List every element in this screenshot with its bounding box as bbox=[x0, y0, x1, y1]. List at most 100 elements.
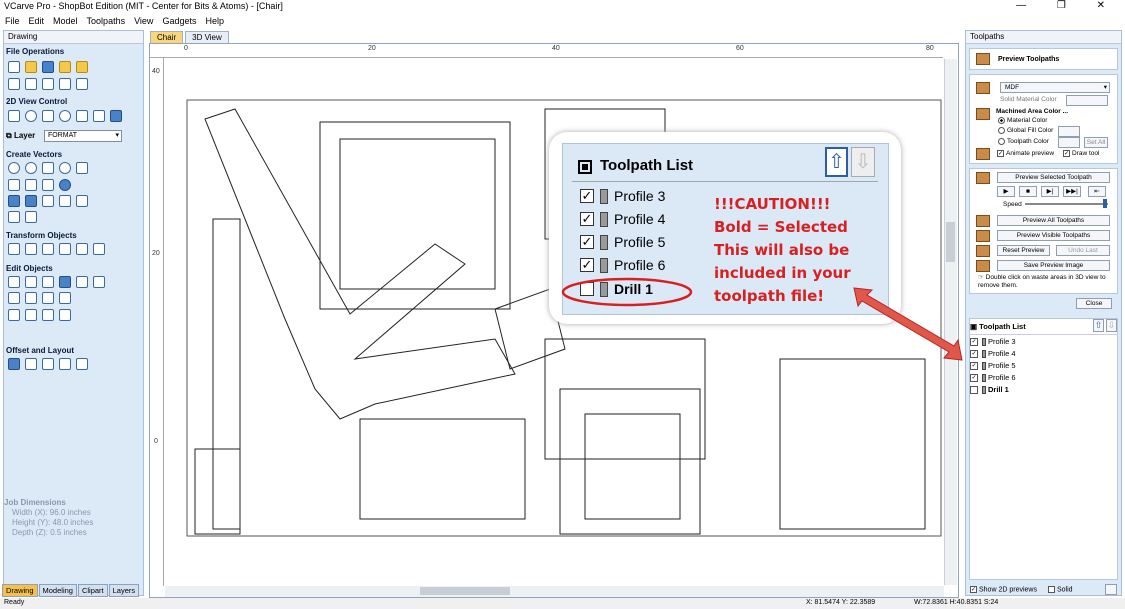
close-panel-button[interactable]: Close bbox=[1076, 298, 1112, 309]
preview-selected-toolpath-button[interactable]: Preview Selected Toolpath bbox=[997, 172, 1110, 183]
animate-preview-option[interactable]: ✓ Animate preview bbox=[997, 150, 1054, 158]
polyline-icon[interactable] bbox=[8, 179, 20, 191]
measure-icon[interactable] bbox=[25, 211, 37, 223]
solid-material-color-picker[interactable] bbox=[1066, 95, 1108, 106]
minimize-button[interactable]: — bbox=[1016, 0, 1040, 11]
draw-tool-option[interactable]: ✓ Draw tool bbox=[1063, 150, 1099, 158]
save-as-icon[interactable] bbox=[59, 61, 71, 73]
solid-option[interactable]: Solid bbox=[1048, 586, 1073, 594]
rewind-button[interactable]: ⇤ bbox=[1088, 186, 1106, 197]
radio-off[interactable] bbox=[998, 138, 1005, 145]
corner-icon[interactable] bbox=[42, 309, 54, 321]
trim-icon[interactable] bbox=[8, 309, 20, 321]
checkbox[interactable] bbox=[970, 385, 978, 394]
open-file-icon[interactable] bbox=[25, 61, 37, 73]
save-preview-image-button[interactable]: Save Preview Image bbox=[997, 260, 1110, 271]
layer-select[interactable]: FORMAT ▾ bbox=[44, 130, 122, 142]
extend-icon[interactable] bbox=[25, 309, 37, 321]
text-on-curve-icon[interactable] bbox=[25, 195, 37, 207]
mirror-icon[interactable] bbox=[76, 243, 88, 255]
global-fill-color-picker[interactable] bbox=[1058, 126, 1080, 137]
callout-item-profile-3[interactable]: ✓ Profile 3 bbox=[580, 188, 665, 204]
star-icon[interactable] bbox=[76, 162, 88, 174]
curve-icon[interactable] bbox=[25, 179, 37, 191]
node-edit-icon[interactable] bbox=[25, 276, 37, 288]
set-all-button[interactable]: Set All bbox=[1084, 137, 1108, 148]
zoom-out-icon[interactable] bbox=[59, 110, 71, 122]
toolpath-color-option[interactable]: Toolpath Color bbox=[998, 138, 1049, 146]
horizontal-scrollbar[interactable] bbox=[165, 586, 944, 597]
maximize-button[interactable]: ❐ bbox=[1057, 0, 1080, 11]
checkbox[interactable]: ✓ bbox=[580, 258, 594, 272]
paste-icon[interactable] bbox=[42, 78, 54, 90]
tab-modeling[interactable]: Modeling bbox=[38, 584, 77, 597]
view-material-icon[interactable] bbox=[93, 110, 105, 122]
checkbox[interactable]: ✓ bbox=[580, 189, 594, 203]
import-icon[interactable] bbox=[76, 61, 88, 73]
copy-along-icon[interactable] bbox=[76, 358, 88, 370]
copy-icon[interactable] bbox=[25, 78, 37, 90]
toolpath-item-profile-6[interactable]: ✓ Profile 6 bbox=[970, 373, 1016, 382]
move-up-icon[interactable]: ⇧ bbox=[1093, 319, 1104, 332]
checkbox[interactable]: ✓ bbox=[580, 212, 594, 226]
close-button[interactable]: ✕ bbox=[1097, 0, 1119, 11]
checkbox[interactable]: ✓ bbox=[580, 235, 594, 249]
group-icon[interactable] bbox=[59, 276, 71, 288]
menu-model[interactable]: Model bbox=[48, 14, 82, 28]
stop-button[interactable]: ■ bbox=[1019, 186, 1037, 197]
subtract-icon[interactable] bbox=[42, 292, 54, 304]
polygon-icon[interactable] bbox=[59, 162, 71, 174]
menu-view[interactable]: View bbox=[129, 14, 157, 28]
zoom-box-icon[interactable] bbox=[42, 110, 54, 122]
material-color-option[interactable]: Material Color bbox=[998, 117, 1047, 125]
delete-toolpath-icon[interactable] bbox=[1105, 584, 1117, 595]
global-fill-color-option[interactable]: Global Fill Color bbox=[998, 127, 1053, 135]
tab-drawing[interactable]: Drawing bbox=[2, 584, 38, 597]
menu-edit[interactable]: Edit bbox=[24, 14, 49, 28]
speed-slider[interactable] bbox=[1025, 203, 1108, 205]
cut-icon[interactable] bbox=[8, 78, 20, 90]
intersect-icon[interactable] bbox=[59, 292, 71, 304]
scale-icon[interactable] bbox=[42, 243, 54, 255]
material-select[interactable]: MDF ▾ bbox=[1000, 82, 1110, 93]
transform-mode-icon[interactable] bbox=[42, 276, 54, 288]
checkbox[interactable]: ✓ bbox=[970, 349, 978, 358]
redo-icon[interactable] bbox=[76, 78, 88, 90]
checkbox[interactable]: ✓ bbox=[970, 373, 978, 382]
circular-array-icon[interactable] bbox=[42, 358, 54, 370]
toolpath-item-drill-1[interactable]: Drill 1 bbox=[970, 385, 1009, 394]
menu-gadgets[interactable]: Gadgets bbox=[157, 14, 200, 28]
menu-toolpaths[interactable]: Toolpaths bbox=[82, 14, 130, 28]
preview-all-toolpaths-button[interactable]: Preview All Toolpaths bbox=[997, 215, 1110, 226]
view-2d-icon[interactable] bbox=[110, 110, 122, 122]
text-icon[interactable] bbox=[8, 195, 20, 207]
radio-off[interactable] bbox=[998, 127, 1005, 134]
undo-last-button[interactable]: Undo Last bbox=[1056, 245, 1110, 256]
trace-icon[interactable] bbox=[8, 211, 20, 223]
reset-preview-button[interactable]: Reset Preview bbox=[997, 245, 1050, 256]
move-down-icon[interactable]: ⇩ bbox=[1106, 319, 1117, 332]
tab-layers[interactable]: Layers bbox=[108, 584, 140, 597]
distort-icon[interactable] bbox=[93, 243, 105, 255]
rectangle-icon[interactable] bbox=[42, 162, 54, 174]
move-icon[interactable] bbox=[8, 243, 20, 255]
weld-icon[interactable] bbox=[25, 292, 37, 304]
fillet-icon[interactable] bbox=[76, 195, 88, 207]
new-file-icon[interactable] bbox=[8, 61, 20, 73]
array-icon[interactable] bbox=[25, 358, 37, 370]
arc-icon[interactable] bbox=[42, 179, 54, 191]
move-down-icon[interactable]: ⇩ bbox=[851, 147, 875, 177]
align-icon[interactable] bbox=[25, 243, 37, 255]
save-icon[interactable] bbox=[42, 61, 54, 73]
checkbox-checked[interactable]: ✓ bbox=[970, 586, 977, 593]
undo-icon[interactable] bbox=[59, 78, 71, 90]
toolpath-color-picker[interactable] bbox=[1058, 137, 1080, 148]
ellipse-icon[interactable] bbox=[25, 162, 37, 174]
circle-icon[interactable] bbox=[8, 162, 20, 174]
ungroup-icon[interactable] bbox=[76, 276, 88, 288]
checkbox[interactable]: ✓ bbox=[970, 337, 978, 346]
vertical-scroll-thumb[interactable] bbox=[946, 222, 955, 262]
checkbox[interactable] bbox=[1048, 586, 1055, 593]
preview-visible-toolpaths-button[interactable]: Preview Visible Toolpaths bbox=[997, 230, 1110, 241]
toolpath-item-profile-5[interactable]: ✓ Profile 5 bbox=[970, 361, 1016, 370]
